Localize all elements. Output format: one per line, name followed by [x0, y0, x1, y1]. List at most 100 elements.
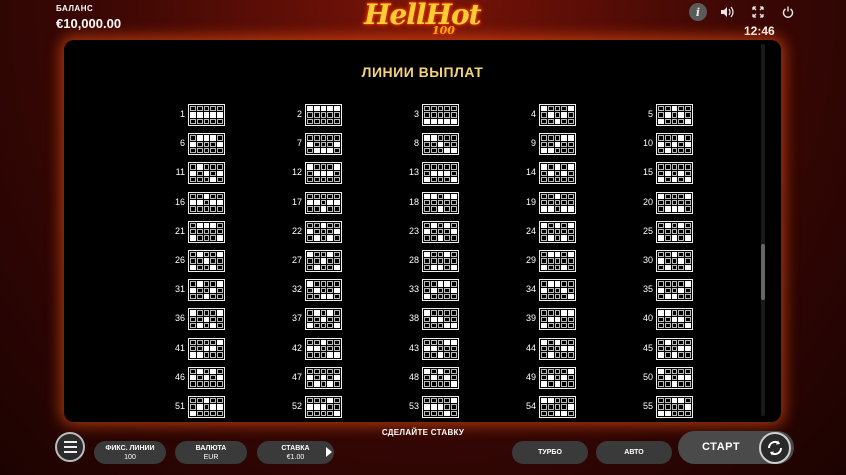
payline-item: 48 — [398, 366, 459, 389]
payline-cell — [203, 222, 210, 229]
payline-cell — [561, 352, 568, 358]
payline-cell — [307, 293, 313, 300]
payline-cell — [327, 252, 334, 258]
payline-cell — [437, 222, 444, 229]
fullscreen-icon[interactable] — [749, 3, 767, 21]
payline-cell — [430, 106, 437, 112]
payline-cell — [561, 293, 568, 300]
bet-button[interactable]: СТАВКА €1.00 — [257, 441, 334, 464]
payline-item: 31 — [164, 279, 225, 302]
sound-icon[interactable] — [718, 3, 736, 21]
payline-cell — [437, 199, 444, 206]
power-icon[interactable] — [779, 3, 797, 21]
payline-cell — [554, 177, 561, 183]
payline-cell — [190, 281, 196, 287]
payline-cell — [327, 193, 334, 199]
payline-cell — [203, 164, 210, 170]
payline-cell — [334, 222, 340, 229]
payline-cell — [217, 310, 223, 316]
payline-cell — [424, 281, 430, 287]
payline-cell — [451, 352, 457, 358]
payline-cell — [334, 345, 340, 352]
payline-cell — [444, 252, 451, 258]
payline-diagram — [656, 191, 693, 214]
payline-cell — [217, 141, 223, 147]
payline-cell — [203, 410, 210, 416]
payline-cell — [334, 410, 340, 416]
payline-cell — [430, 287, 437, 293]
payline-cell — [424, 264, 430, 270]
payline-cell — [678, 339, 685, 345]
payline-cell — [320, 206, 327, 212]
turbo-button[interactable]: ТУРБО — [512, 441, 588, 464]
payline-cell — [664, 293, 671, 300]
payline-cell — [554, 323, 561, 329]
payline-cell — [561, 345, 568, 352]
payline-cell — [424, 404, 430, 410]
payline-cell — [568, 141, 574, 147]
payline-cell — [217, 339, 223, 345]
payline-cell — [320, 177, 327, 183]
payline-cell — [678, 177, 685, 183]
payline-cell — [196, 252, 203, 258]
payline-cell — [678, 222, 685, 229]
payline-cell — [671, 345, 678, 352]
payline-cell — [307, 235, 313, 241]
payline-cell — [424, 252, 430, 258]
payline-cell — [210, 404, 217, 410]
payline-cell — [210, 281, 217, 287]
payline-cell — [327, 287, 334, 293]
payline-cell — [210, 193, 217, 199]
payline-cell — [678, 229, 685, 235]
payline-diagram — [422, 162, 459, 185]
payline-cell — [444, 222, 451, 229]
payline-cell — [685, 368, 691, 375]
logo-number: 100 — [432, 24, 455, 37]
payline-cell — [307, 177, 313, 183]
payline-cell — [658, 287, 664, 293]
payline-cell — [327, 106, 334, 112]
payline-cell — [320, 345, 327, 352]
payline-cell — [685, 375, 691, 381]
scrollbar[interactable] — [761, 44, 765, 416]
payline-cell — [444, 206, 451, 212]
payline-diagram — [539, 279, 576, 302]
payline-cell — [671, 339, 678, 345]
payline-cell — [541, 118, 547, 124]
currency-value: EUR — [203, 454, 219, 461]
payline-cell — [451, 375, 457, 381]
payline-cell — [685, 345, 691, 352]
info-icon[interactable]: i — [689, 3, 707, 21]
payline-cell — [424, 381, 430, 387]
payline-number: 44 — [525, 342, 536, 353]
payline-cell — [444, 135, 451, 141]
payline-cell — [334, 375, 340, 381]
currency-button[interactable]: ВАЛЮТА EUR — [175, 441, 247, 464]
fixed-lines-button[interactable]: ФИКС. ЛИНИИ 100 — [94, 441, 166, 464]
spin-icon[interactable] — [759, 432, 791, 464]
payline-cell — [210, 199, 217, 206]
payline-cell — [203, 199, 210, 206]
payline-cell — [671, 293, 678, 300]
payline-cell — [334, 252, 340, 258]
payline-cell — [307, 410, 313, 416]
payline-cell — [658, 281, 664, 287]
payline-cell — [664, 264, 671, 270]
payline-cell — [678, 206, 685, 212]
menu-button[interactable] — [55, 432, 85, 462]
auto-button[interactable]: АВТО — [596, 441, 672, 464]
payline-cell — [307, 368, 313, 375]
payline-item: 25 — [632, 220, 693, 243]
scroll-thumb[interactable] — [761, 244, 765, 300]
payline-cell — [424, 222, 430, 229]
bet-arrow-icon[interactable] — [326, 447, 332, 457]
payline-number: 9 — [530, 138, 536, 149]
payline-item: 47 — [281, 366, 342, 389]
payline-cell — [451, 323, 457, 329]
payline-cell — [217, 164, 223, 170]
payline-cell — [678, 410, 685, 416]
payline-cell — [554, 381, 561, 387]
payline-cell — [210, 206, 217, 212]
payline-cell — [320, 258, 327, 264]
payline-number: 16 — [174, 196, 185, 207]
